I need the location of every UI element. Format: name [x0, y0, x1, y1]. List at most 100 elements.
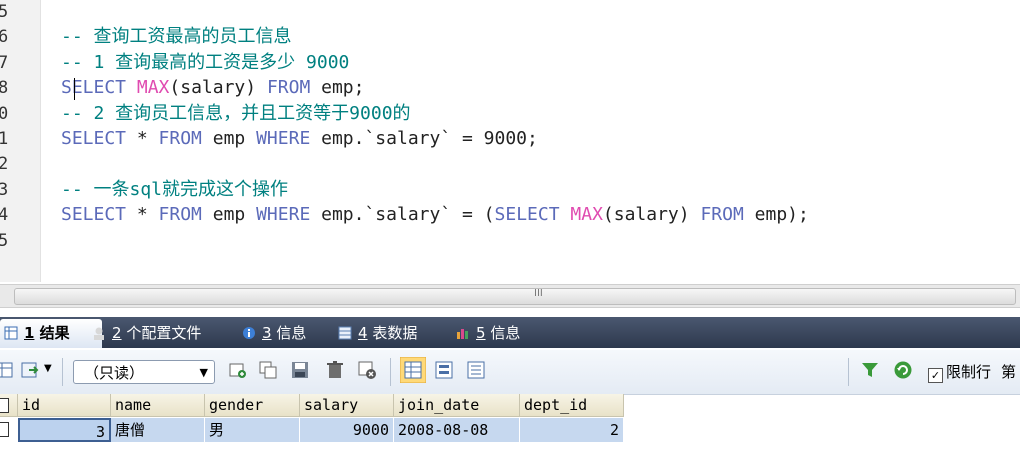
code-line[interactable]: -- 一条sql就完成这个操作 [61, 177, 288, 203]
column-header-dept-id[interactable]: dept_id [520, 394, 624, 417]
line-number: 1 [0, 129, 9, 149]
tab-table-data[interactable]: 4 表数据 [334, 319, 417, 348]
tab-results[interactable]: 1 结果 [0, 319, 102, 348]
result-tab-bar: 1 结果 2 个配置文件 3 信息 4 表数据 5 信息 [0, 317, 1020, 348]
toolbar-divider [390, 358, 391, 386]
info-icon [243, 327, 255, 339]
column-header-join-date[interactable]: join_date [394, 394, 520, 417]
select-all-checkbox[interactable] [0, 398, 9, 413]
cancel-changes-icon[interactable] [357, 360, 377, 380]
tab-number: 1 [24, 324, 35, 342]
sql-editor[interactable]: 5 6 7 8 0 1 2 3 4 5 -- 查询工资最高的员工信息 -- 1 查询最高的工资是多少… [0, 0, 1020, 282]
sql-keyword: SELECT [61, 77, 127, 99]
row-selector[interactable] [0, 418, 18, 442]
code-line[interactable]: -- 1 查询最高的工资是多少 9000 [61, 50, 349, 76]
line-number: 4 [0, 205, 9, 226]
sql-text: emp); [743, 204, 809, 226]
line-number: 2 [0, 154, 9, 175]
sql-text: emp; [310, 77, 365, 99]
code-line[interactable]: -- 2 查询员工信息，并且工资等于9000的 [61, 101, 411, 127]
grid-layout-icon[interactable] [400, 357, 426, 383]
results-grid-icon [4, 326, 18, 340]
tab-label: 信息 [485, 324, 521, 342]
line-number: 6 [0, 27, 9, 48]
limit-rows-checkbox[interactable]: ✓ [928, 368, 943, 383]
form-layout-icon[interactable] [434, 360, 454, 380]
code-line[interactable]: -- 查询工资最高的员工信息 [61, 24, 292, 50]
sql-keyword: SELECT [494, 204, 560, 226]
tab-profiles[interactable]: 2 个配置文件 [88, 319, 201, 348]
sql-keyword: FROM [266, 77, 311, 99]
line-number: 5 [0, 230, 9, 251]
select-all-header[interactable] [0, 394, 18, 417]
sql-keyword: FROM [158, 128, 202, 149]
column-header-id[interactable]: id [18, 394, 111, 417]
tab-number: 3 [262, 324, 272, 342]
tab-label: 个配置文件 [121, 324, 202, 342]
cell-gender[interactable]: 男 [205, 418, 300, 442]
table-data-icon [338, 326, 352, 340]
export-dropdown-icon[interactable]: ▼ [44, 363, 52, 374]
scrollbar-thumb[interactable] [14, 288, 1016, 305]
text-layout-icon[interactable] [466, 360, 486, 380]
column-header-name[interactable]: name [111, 394, 205, 417]
toolbar-divider [848, 358, 849, 386]
code-line[interactable]: SELECT * FROM emp WHERE emp.`salary` = 9… [61, 126, 538, 152]
line-number-gutter: 5 6 7 8 0 1 2 3 4 5 [0, 0, 41, 282]
limit-rows-label: 限制行 [946, 363, 992, 381]
sql-comment: -- 1 查询最高的工资是多少 9000 [61, 51, 350, 73]
cell-join-date[interactable]: 2008-08-08 [394, 418, 520, 442]
column-header-salary[interactable]: salary [300, 394, 394, 417]
line-number: 3 [0, 179, 9, 200]
save-icon[interactable] [290, 360, 310, 380]
grid-view-icon[interactable] [0, 360, 14, 380]
chevron-down-icon: ▼ [199, 366, 208, 379]
sql-text: emp.`salary` = ( [310, 204, 495, 226]
row-checkbox[interactable] [0, 422, 9, 437]
sql-function: MAX [136, 77, 170, 99]
column-header-gender[interactable]: gender [205, 394, 300, 417]
refresh-icon[interactable] [893, 360, 913, 380]
tab-number: 2 [112, 324, 122, 342]
export-icon[interactable] [20, 360, 40, 380]
line-number: 5 [0, 2, 9, 22]
sql-comment: -- 查询工资最高的员工信息 [61, 26, 292, 48]
toolbar-divider [62, 358, 63, 386]
sql-text: emp [201, 204, 257, 226]
cell-salary[interactable]: 9000 [300, 418, 394, 442]
duplicate-row-icon[interactable] [258, 360, 278, 380]
horizontal-scrollbar[interactable]: III [0, 284, 1020, 308]
sql-keyword: SELECT [61, 204, 127, 226]
filter-icon[interactable] [860, 360, 880, 380]
scrollbar-grip: III [534, 288, 543, 299]
profile-icon [94, 327, 104, 340]
sql-text: * [126, 128, 159, 149]
limit-rows-toggle[interactable]: ✓ 限制行第 [928, 361, 1016, 383]
tab-number: 5 [476, 324, 486, 342]
tab-messages[interactable]: 3 信息 [238, 319, 306, 348]
cell-name[interactable]: 唐僧 [111, 418, 205, 442]
add-row-icon[interactable] [228, 360, 248, 380]
sql-comment: -- 2 查询员工信息，并且工资等于9000的 [61, 102, 411, 124]
line-number: 8 [0, 78, 9, 99]
sql-text: (salary) [602, 204, 701, 226]
cell-id[interactable]: 3 [18, 418, 111, 442]
sql-keyword: FROM [158, 204, 202, 226]
cell-dept-id[interactable]: 2 [520, 418, 624, 442]
trash-icon[interactable] [325, 360, 345, 380]
sql-text: * [126, 204, 159, 226]
tab-label: 结果 [34, 324, 70, 342]
results-toolbar: ▼ （只读） ▼ ✓ 限制行第 [0, 350, 1020, 395]
sql-text: emp [201, 128, 257, 149]
tab-label: 信息 [271, 324, 307, 342]
code-line[interactable]: SELECT * FROM emp WHERE emp.`salary` = (… [61, 202, 809, 228]
line-number: 0 [0, 103, 9, 124]
code-line[interactable]: SELECT MAX(salary) FROM emp; [61, 75, 364, 101]
readonly-mode-select[interactable]: （只读） ▼ [73, 360, 215, 384]
tab-info[interactable]: 5 信息 [452, 319, 520, 348]
tab-number: 4 [358, 324, 368, 342]
sql-text: (salary) [169, 77, 267, 99]
sql-text: emp.`salary` = 9000; [310, 128, 538, 149]
